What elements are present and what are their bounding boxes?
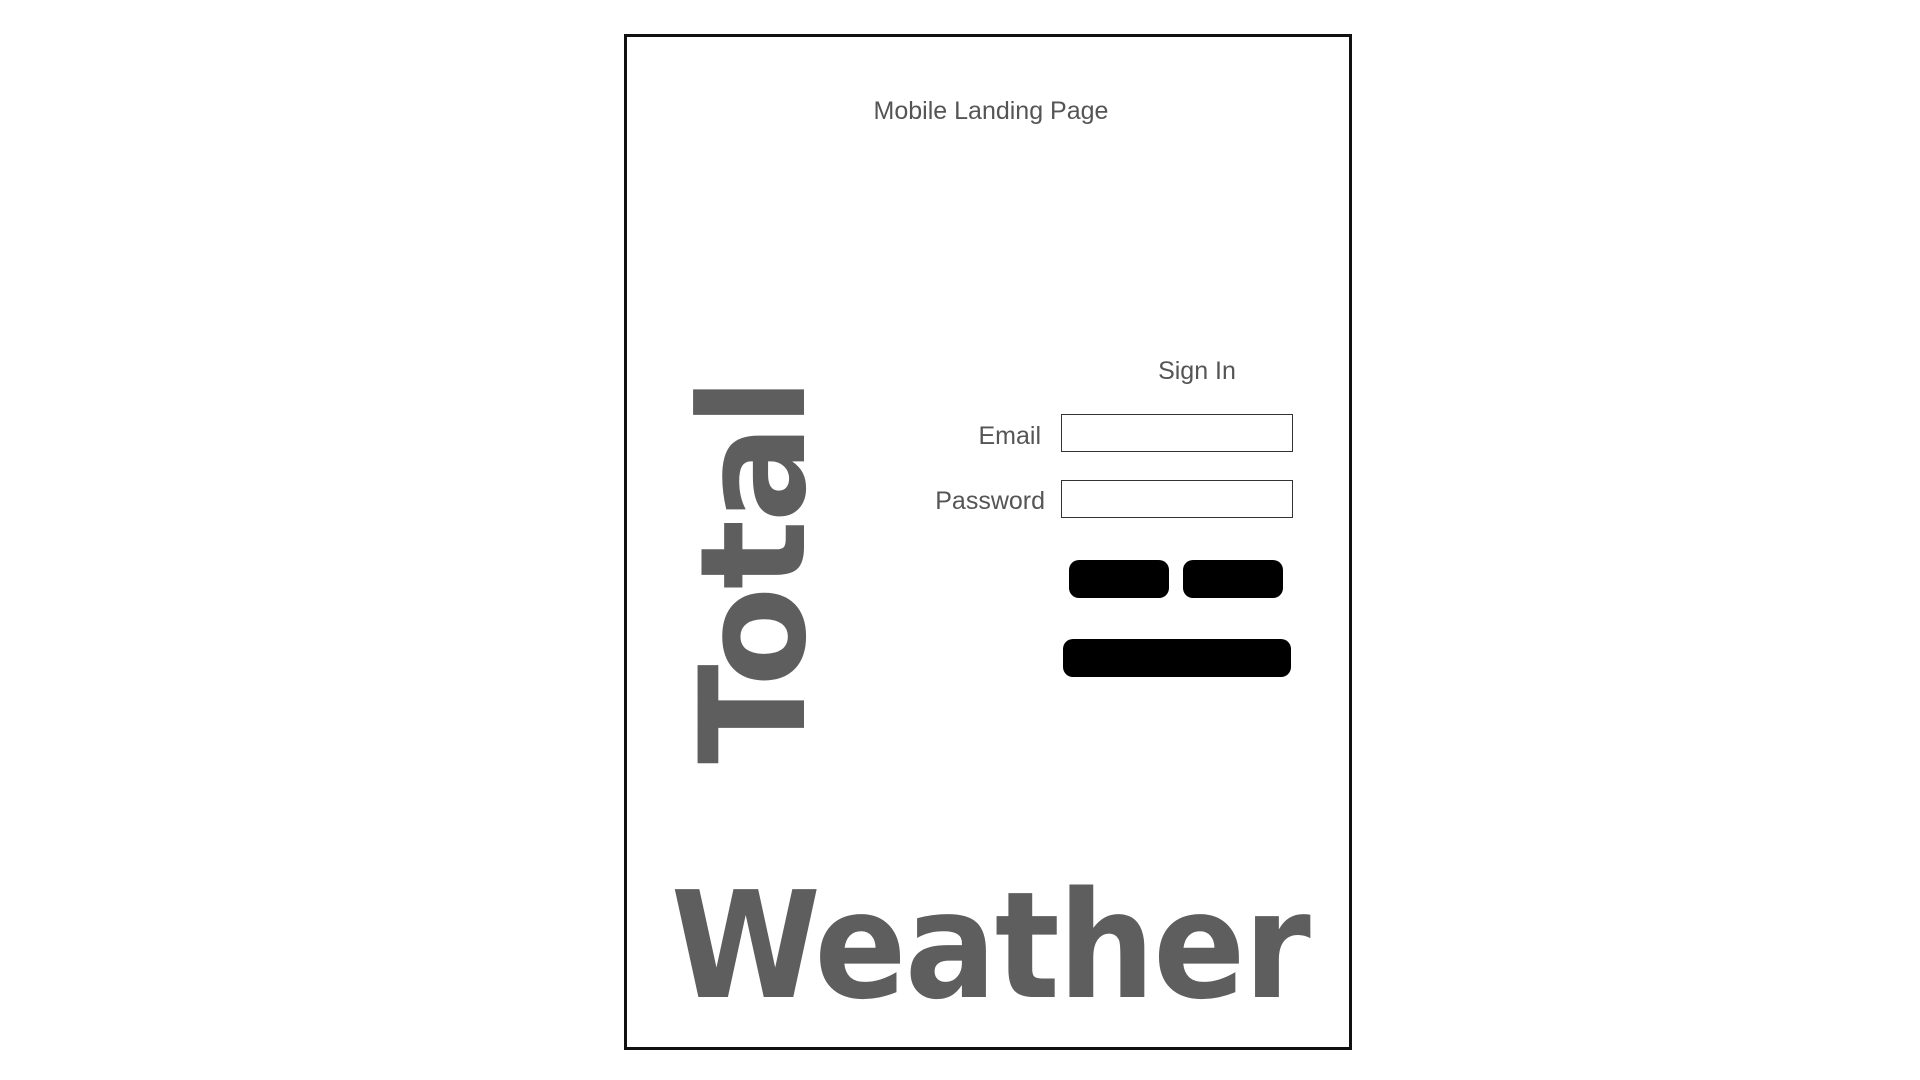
password-field[interactable] <box>1061 480 1293 518</box>
brand-word-total: Total <box>669 380 839 764</box>
signin-button-left[interactable] <box>1069 560 1169 598</box>
mobile-frame: Mobile Landing Page Total Sign In Email … <box>624 34 1352 1050</box>
page-title: Mobile Landing Page <box>873 97 1109 125</box>
signin-button-right[interactable] <box>1183 560 1283 598</box>
password-label: Password <box>935 487 1045 515</box>
brand-word-weather: Weather <box>670 860 1311 1032</box>
email-field[interactable] <box>1061 414 1293 452</box>
signin-title: Sign In <box>1158 357 1236 385</box>
signin-button-wide[interactable] <box>1063 639 1291 677</box>
email-label: Email <box>978 422 1041 450</box>
